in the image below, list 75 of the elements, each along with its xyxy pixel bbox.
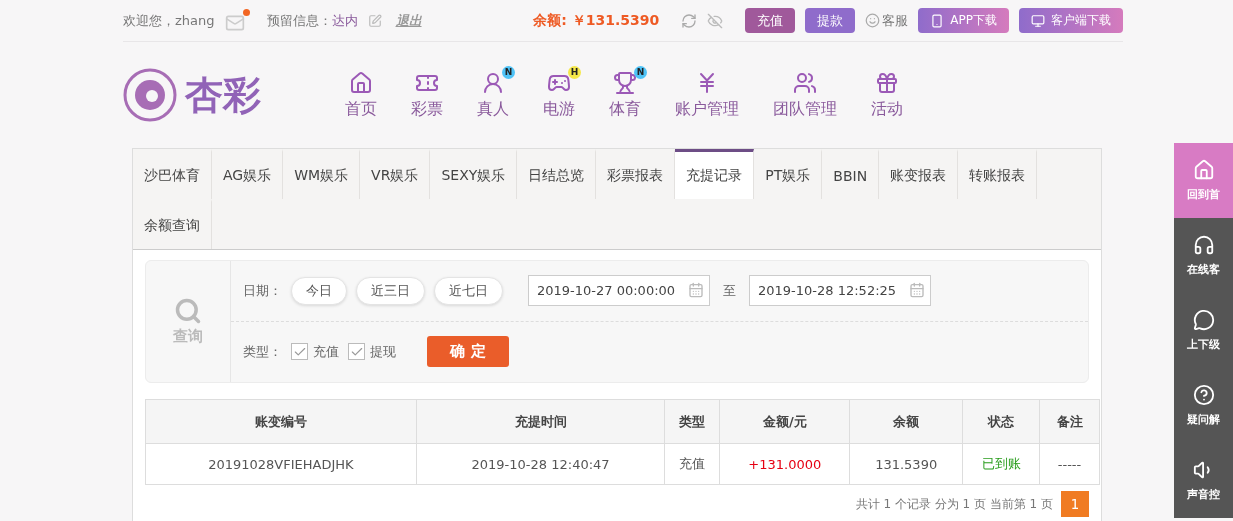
pagination-summary: 共计 1 个记录 分为 1 页 当前第 1 页 [855, 495, 1053, 513]
report-tab[interactable]: 充提记录 [675, 149, 755, 199]
report-tab[interactable]: VR娱乐 [360, 149, 431, 199]
column-header: 备注 [1039, 399, 1100, 444]
eye-off-icon[interactable] [707, 12, 724, 29]
nav-item[interactable]: 彩票 [394, 70, 460, 120]
report-tab[interactable]: SEXY娱乐 [430, 149, 518, 199]
date-to-field[interactable]: 2019-10-28 12:52:25 [749, 275, 931, 307]
balance-text: 余额: ￥131.5390 [533, 11, 660, 30]
checkbox[interactable] [348, 343, 365, 361]
table-cell: 131.5390 [849, 443, 963, 485]
reserved-info-value: 达内 [331, 11, 358, 30]
type-label: 类型： [243, 342, 282, 361]
table-cell: 20191028VFIEHADJHK [145, 443, 417, 485]
person-icon [481, 70, 505, 95]
column-header: 余额 [849, 399, 963, 444]
date-range-button[interactable]: 近七日 [434, 276, 503, 305]
welcome-text: 欢迎您，zhang [123, 11, 215, 30]
nav-badge: N [502, 65, 515, 79]
date-from-field[interactable]: 2019-10-27 00:00:00 [528, 275, 710, 307]
gift-icon [875, 70, 899, 95]
column-header: 账变编号 [145, 399, 417, 444]
customer-service-link[interactable]: 客服 [882, 11, 909, 30]
nav-item[interactable]: 团队管理 [756, 70, 854, 120]
checkbox-label: 充值 [313, 342, 339, 361]
monitor-icon [1031, 13, 1045, 28]
report-tab[interactable]: PT娱乐 [754, 149, 823, 199]
to-label: 至 [723, 281, 736, 300]
checkbox[interactable] [291, 343, 308, 361]
table-cell: 2019-10-28 12:40:47 [416, 443, 665, 485]
withdraw-button[interactable]: 提款 [805, 8, 856, 33]
report-tab[interactable]: AG娱乐 [212, 149, 284, 199]
search-label: 查询 [173, 327, 203, 346]
date-range-button[interactable]: 今日 [291, 276, 347, 305]
column-header: 类型 [664, 399, 720, 444]
help-icon [1192, 384, 1215, 406]
table-cell: 充值 [664, 443, 720, 485]
column-header: 状态 [962, 399, 1040, 444]
report-tab[interactable]: 余额查询 [133, 199, 212, 249]
checkbox-label: 提现 [370, 342, 396, 361]
table-cell: 已到账 [962, 443, 1040, 485]
column-header: 金额/元 [719, 399, 850, 444]
report-tab[interactable]: 转账报表 [958, 149, 1038, 199]
home-icon [349, 70, 373, 95]
table-cell: ----- [1039, 443, 1100, 485]
edit-icon[interactable] [367, 13, 382, 28]
column-header: 充提时间 [416, 399, 665, 444]
reserved-info-label: 预留信息： [266, 11, 332, 30]
calendar-icon[interactable] [909, 282, 925, 299]
home-icon [1192, 159, 1215, 181]
headset-icon [1192, 234, 1215, 256]
people-icon [793, 70, 817, 95]
nav-item[interactable]: 活动 [854, 70, 920, 120]
logo-text: 杏彩 [185, 71, 261, 119]
refresh-icon[interactable] [681, 12, 698, 29]
report-tab[interactable]: 日结总览 [517, 149, 597, 199]
table-cell: +131.0000 [719, 443, 850, 485]
report-tab[interactable]: 沙巴体育 [133, 149, 212, 199]
calendar-icon[interactable] [688, 282, 704, 299]
search-icon [174, 297, 202, 325]
nav-badge: H [568, 65, 581, 79]
mail-icon[interactable] [224, 12, 247, 29]
date-label: 日期： [243, 281, 282, 300]
phone-icon [930, 13, 945, 28]
trophy-icon [613, 70, 637, 95]
report-tab[interactable]: WM娱乐 [283, 149, 361, 199]
report-tab[interactable]: BBIN [822, 149, 880, 199]
chat-icon [1192, 309, 1215, 331]
deposit-button[interactable]: 充值 [745, 8, 796, 33]
nav-item[interactable]: 账户管理 [658, 70, 756, 120]
nav-item[interactable]: 首页 [328, 70, 394, 120]
avatar-icon[interactable] [865, 13, 881, 28]
report-tab[interactable]: 账变报表 [879, 149, 959, 199]
date-range-button[interactable]: 近三日 [356, 276, 425, 305]
nav-badge: N [634, 65, 647, 79]
